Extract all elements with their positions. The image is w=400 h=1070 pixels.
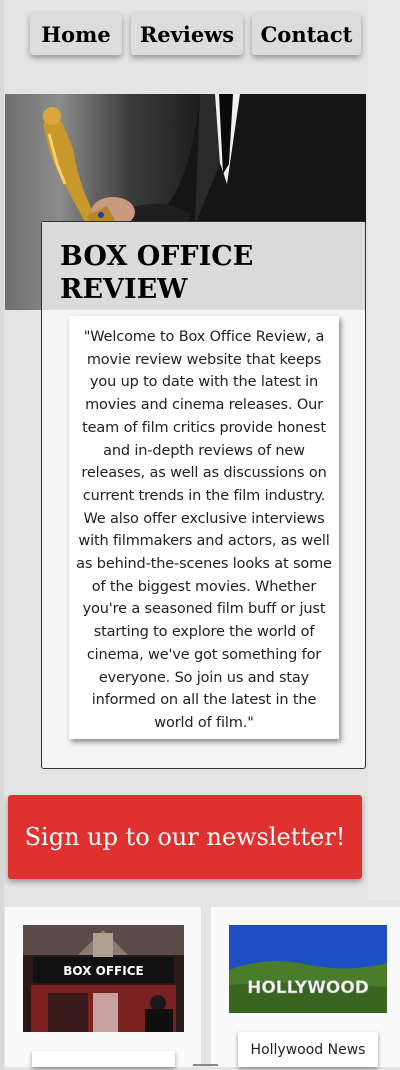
box-office-sign-text: BOX OFFICE [63,964,143,978]
hollywood-photo: HOLLYWOOD [229,925,387,1013]
nav-home-button[interactable]: Home [30,13,122,55]
hollywood-sign-text: HOLLYWOOD [247,978,369,998]
right-gutter [368,0,400,900]
nav-reviews-button[interactable]: Reviews [131,13,243,55]
newsletter-signup-button[interactable]: Sign up to our newsletter! [8,795,362,879]
intro-paragraph: "Welcome to Box Office Review, a movie r… [76,329,332,731]
box-office-caption [32,1051,175,1067]
page-title: BOX OFFICE REVIEW [60,241,254,305]
left-gutter [0,0,4,1070]
intro-card: BOX OFFICE REVIEW "Welcome to Box Office… [41,221,366,769]
scrollbar-thumb[interactable] [193,1064,218,1066]
box-office-card[interactable]: BOX OFFICE [5,907,201,1067]
hollywood-news-caption: Hollywood News [238,1032,378,1067]
nav-contact-button[interactable]: Contact [252,13,361,55]
hollywood-card[interactable]: HOLLYWOOD Hollywood News [211,907,400,1067]
box-office-photo: BOX OFFICE [23,925,184,1032]
intro-text-box: "Welcome to Box Office Review, a movie r… [69,316,339,739]
